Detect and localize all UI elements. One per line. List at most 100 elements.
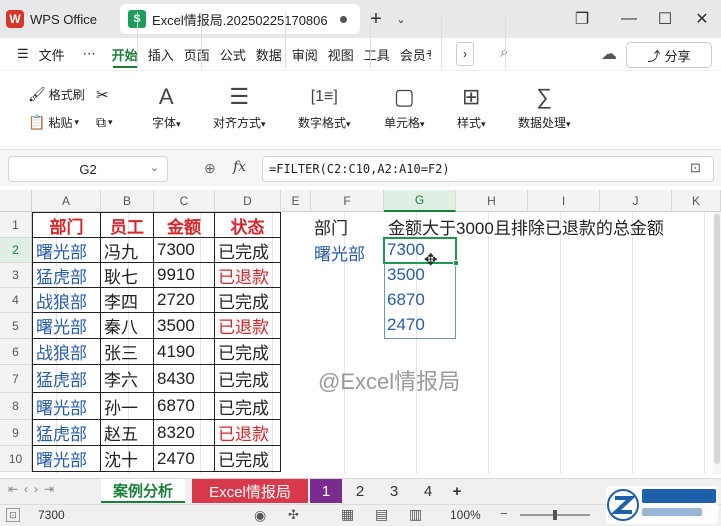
menu-view[interactable]: 视图 xyxy=(323,38,359,70)
normal-view-icon[interactable]: ▦ xyxy=(341,506,354,523)
col-header-a[interactable]: A xyxy=(32,190,101,212)
close-button[interactable]: ✕ xyxy=(690,7,714,31)
result-title[interactable]: 金额大于3000且排除已退款的总金额 xyxy=(388,214,664,239)
cloud-icon[interactable]: ☁ xyxy=(601,44,617,64)
table-cell-amount[interactable]: 4190 xyxy=(154,339,215,365)
table-cell-dept[interactable]: 猛虎部 xyxy=(32,365,101,393)
row-header[interactable]: 7 xyxy=(0,365,32,393)
style-button[interactable]: ⊞ 样式▾ xyxy=(457,84,486,131)
table-cell-status[interactable]: 已完成 xyxy=(215,446,281,472)
col-header-d[interactable]: D xyxy=(215,190,281,212)
sheet-tab-active[interactable]: 案例分析 xyxy=(101,479,185,503)
document-tab[interactable]: S Excel情报局.20250225170806 xyxy=(120,4,360,34)
table-cell-amount[interactable]: 2720 xyxy=(154,288,215,313)
table-cell-status[interactable]: 已完成 xyxy=(215,238,281,263)
zoom-slider[interactable] xyxy=(520,510,590,520)
formula-input[interactable]: =FILTER(C2:C10,A2:A10=F2) xyxy=(262,156,714,182)
criteria-label[interactable]: 部门 xyxy=(314,214,348,239)
hamburger-icon[interactable]: ☰ xyxy=(12,38,34,70)
row-header[interactable]: 8 xyxy=(0,393,32,420)
new-tab-button[interactable]: + xyxy=(364,7,388,31)
maximize-button[interactable]: ☐ xyxy=(653,7,677,31)
table-cell-dept[interactable]: 战狼部 xyxy=(32,339,101,365)
menu-formula[interactable]: 公式 xyxy=(215,38,251,70)
menu-review[interactable]: 审阅 xyxy=(287,38,323,70)
page-break-icon[interactable]: ▥ xyxy=(409,506,422,523)
table-cell-dept[interactable]: 战狼部 xyxy=(32,288,101,313)
scroll-thumb[interactable] xyxy=(714,214,720,464)
col-header-k[interactable]: K xyxy=(672,190,721,212)
table-cell-dept[interactable]: 曙光部 xyxy=(32,393,101,420)
table-cell-dept[interactable]: 猛虎部 xyxy=(32,420,101,446)
zoom-icon[interactable]: ⊕ xyxy=(204,160,216,177)
col-header-f[interactable]: F xyxy=(311,190,384,212)
table-cell-status[interactable]: 已完成 xyxy=(215,365,281,393)
menu-member[interactable]: 会员专享 xyxy=(395,38,431,70)
table-cell-status[interactable]: 已完成 xyxy=(215,339,281,365)
menu-insert[interactable]: 插入 xyxy=(143,38,179,70)
font-button[interactable]: A 字体▾ xyxy=(152,84,181,131)
zoom-level[interactable]: 100% xyxy=(450,508,481,522)
table-cell-dept[interactable]: 猛虎部 xyxy=(32,263,101,288)
data-process-button[interactable]: ∑ 数据处理▾ xyxy=(518,84,571,131)
eye-icon[interactable]: ◉ xyxy=(254,507,266,524)
col-header-b[interactable]: B xyxy=(101,190,154,212)
table-cell-dept[interactable]: 曙光部 xyxy=(32,313,101,339)
table-cell-employee[interactable]: 秦八 xyxy=(101,313,154,339)
expand-formula-icon[interactable]: ⊡ xyxy=(690,160,701,176)
zoom-out-icon[interactable]: − xyxy=(500,506,508,521)
menu-page[interactable]: 页面 xyxy=(179,38,215,70)
align-button[interactable]: ☰ 对齐方式▾ xyxy=(213,84,266,131)
table-header-cell[interactable]: 部门 xyxy=(32,212,101,238)
col-header-i[interactable]: I xyxy=(528,190,600,212)
row-header[interactable]: 1 xyxy=(0,212,32,238)
table-cell-employee[interactable]: 沈十 xyxy=(101,446,154,472)
copy-button[interactable]: ⧉ ▾ xyxy=(96,114,113,131)
format-painter-button[interactable]: 🖌 格式刷 xyxy=(28,86,85,103)
sheet-tab-2[interactable]: 2 xyxy=(344,479,376,503)
more-icon[interactable]: ⋯ xyxy=(78,38,101,70)
chevron-down-icon[interactable]: ⌄ xyxy=(389,7,413,31)
col-header-e[interactable]: E xyxy=(281,190,311,212)
table-cell-dept[interactable]: 曙光部 xyxy=(32,238,101,263)
criteria-value[interactable]: 曙光部 xyxy=(314,240,365,265)
table-header-cell[interactable]: 状态 xyxy=(215,212,281,238)
sheet-tab-4[interactable]: 4 xyxy=(412,479,444,503)
table-cell-employee[interactable]: 李六 xyxy=(101,365,154,393)
table-cell-employee[interactable]: 耿七 xyxy=(101,263,154,288)
select-all-corner[interactable] xyxy=(0,190,32,212)
sheet-tab-1[interactable]: 1 xyxy=(310,479,342,503)
table-cell-amount[interactable]: 6870 xyxy=(154,393,215,420)
col-header-j[interactable]: J xyxy=(600,190,672,212)
sheet-tab-3[interactable]: 3 xyxy=(378,479,410,503)
menu-tools[interactable]: 工具 xyxy=(359,38,395,70)
table-cell-amount[interactable]: 3500 xyxy=(154,313,215,339)
paste-button[interactable]: 📋 粘贴 ▾ xyxy=(28,114,79,131)
col-header-g[interactable]: G xyxy=(384,190,456,212)
table-cell-status[interactable]: 已完成 xyxy=(215,393,281,420)
menu-data[interactable]: 数据 xyxy=(251,38,287,70)
table-cell-employee[interactable]: 冯九 xyxy=(101,238,154,263)
result-value[interactable]: 2470 xyxy=(387,315,425,335)
name-box[interactable]: G2 ⌄ xyxy=(8,156,168,182)
result-value[interactable]: 3500 xyxy=(387,265,425,285)
table-header-cell[interactable]: 金额 xyxy=(154,212,215,238)
table-cell-amount[interactable]: 7300 xyxy=(154,238,215,263)
table-cell-status[interactable]: 已退款 xyxy=(215,420,281,446)
row-header[interactable]: 9 xyxy=(0,420,32,446)
sheet-nav-icons[interactable]: ⇤‹›⇥ xyxy=(8,482,60,496)
add-sheet-button[interactable]: + xyxy=(446,479,468,503)
zoom-slider-thumb[interactable] xyxy=(553,510,557,520)
row-header[interactable]: 10 xyxy=(0,446,32,472)
table-cell-status[interactable]: 已退款 xyxy=(215,313,281,339)
fill-handle[interactable] xyxy=(453,260,459,266)
table-cell-dept[interactable]: 曙光部 xyxy=(32,446,101,472)
active-cell-g2[interactable] xyxy=(383,237,457,264)
row-header[interactable]: 4 xyxy=(0,288,32,313)
table-cell-status[interactable]: 已完成 xyxy=(215,288,281,313)
minimize-button[interactable]: — xyxy=(617,7,641,31)
wps-home-tab[interactable]: W WPS Office xyxy=(6,6,112,32)
row-header[interactable]: 3 xyxy=(0,263,32,288)
table-cell-amount[interactable]: 2470 xyxy=(154,446,215,472)
row-header[interactable]: 6 xyxy=(0,339,32,365)
